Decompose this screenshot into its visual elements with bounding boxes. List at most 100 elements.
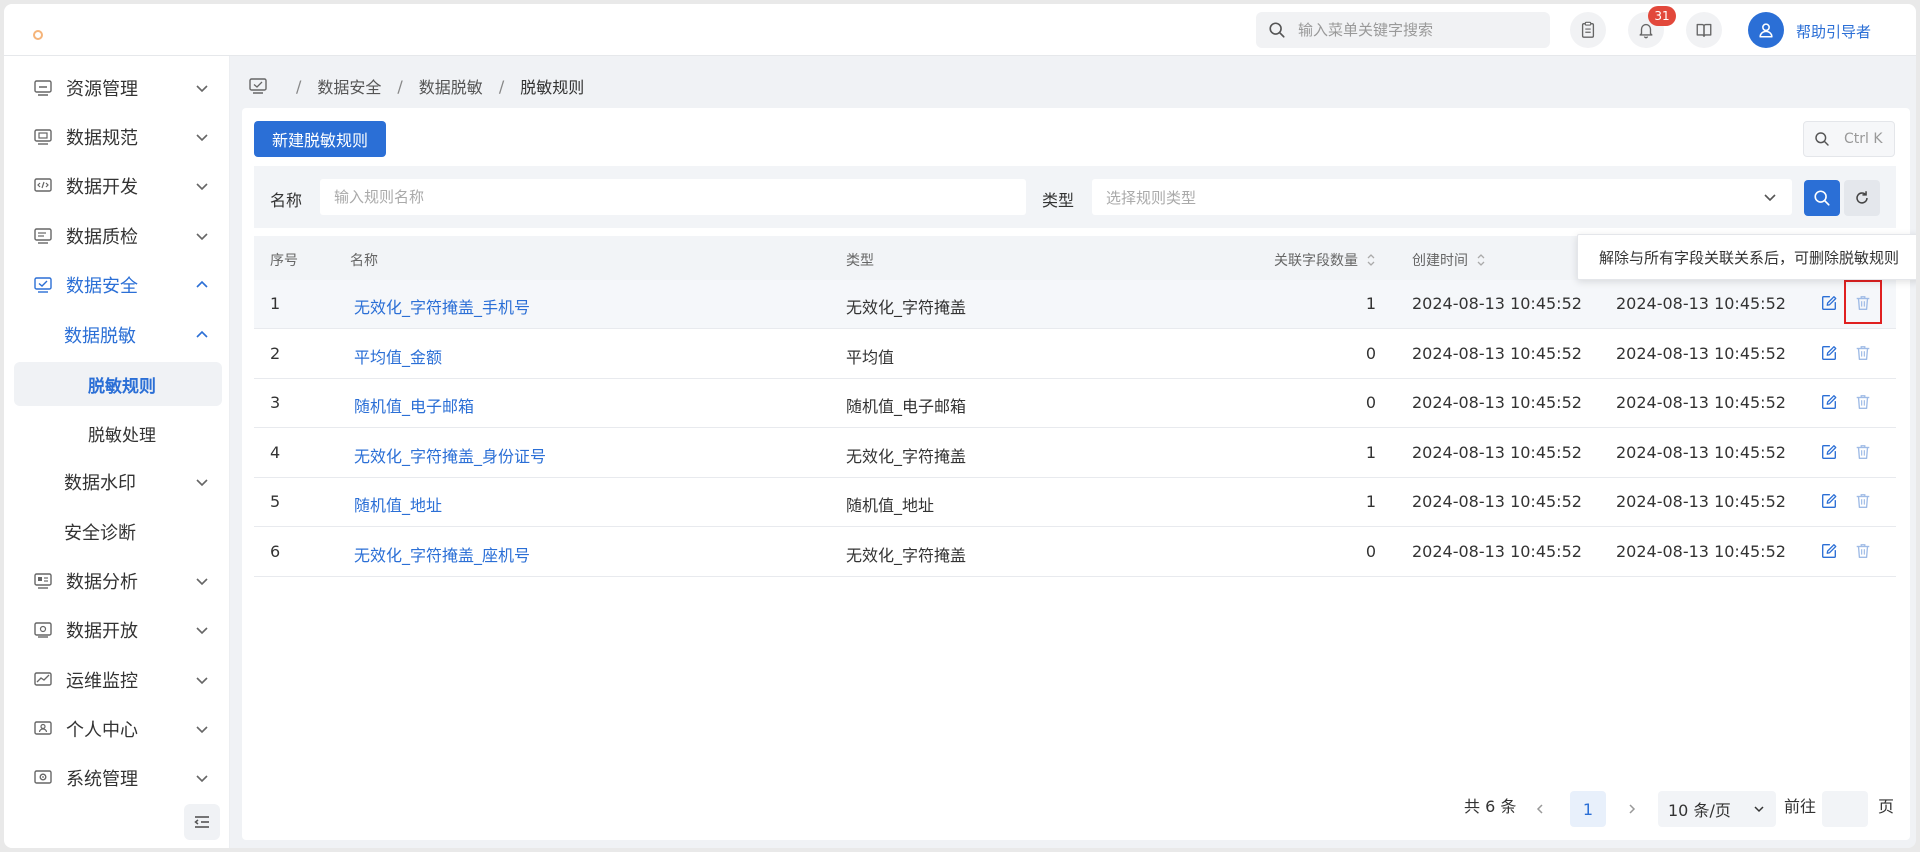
monitor-icon (32, 669, 54, 691)
table-row: 4 无效化_字符掩盖_身份证号 无效化_字符掩盖 1 2024-08-13 10:45:… (254, 429, 1896, 478)
app-window: 31 帮助引导者 资源管理 数据规范 数据开发 数据质检 (4, 4, 1916, 848)
sidebar-item-develop[interactable]: 数据开发 (14, 164, 222, 208)
breadcrumb-separator: / (296, 76, 302, 96)
sidebar-item-watermark[interactable]: 数据水印 (14, 460, 222, 504)
collapse-sidebar-button[interactable] (184, 804, 220, 840)
created-time: 2024-08-13 10:45:52 (1412, 492, 1582, 511)
quick-search-button[interactable]: Ctrl K (1803, 121, 1895, 157)
search-button[interactable] (1804, 180, 1840, 216)
sidebar-item-quality[interactable]: 数据质检 (14, 214, 222, 258)
docs-button[interactable] (1686, 12, 1722, 48)
type-filter-placeholder: 选择规则类型 (1106, 188, 1197, 207)
type-filter-select[interactable]: 选择规则类型 (1092, 179, 1792, 215)
edit-icon (1820, 393, 1838, 411)
trash-icon (1854, 393, 1872, 411)
delete-button[interactable] (1852, 540, 1874, 562)
pagination-total: 共 6 条 (1464, 797, 1517, 816)
sidebar-item-resource[interactable]: 资源管理 (14, 66, 222, 110)
rule-name-link[interactable]: 无效化_字符掩盖_身份证号 (354, 443, 546, 467)
prev-page-button[interactable] (1526, 791, 1554, 827)
edit-button[interactable] (1818, 540, 1840, 562)
sidebar-item-label: 数据开放 (66, 621, 138, 642)
breadcrumb-item[interactable]: 数据脱敏 (419, 74, 483, 98)
delete-button[interactable] (1852, 490, 1874, 512)
next-page-button[interactable] (1618, 791, 1646, 827)
sidebar-item-monitor[interactable]: 运维监控 (14, 658, 222, 702)
breadcrumb-item[interactable]: 数据安全 (317, 74, 381, 98)
delete-button[interactable] (1852, 391, 1874, 413)
updated-time: 2024-08-13 10:45:52 (1616, 541, 1786, 561)
sidebar-item-masking-rules[interactable]: 脱敏规则 (14, 362, 222, 406)
column-header-field-count[interactable]: 关联字段数量 (1274, 250, 1376, 270)
edit-button[interactable] (1818, 490, 1840, 512)
notification-button[interactable]: 31 (1628, 6, 1676, 48)
goto-prefix: 前往 (1784, 797, 1817, 816)
edit-button[interactable] (1818, 292, 1840, 314)
column-header-created[interactable]: 创建时间 (1412, 250, 1486, 270)
edit-icon (1820, 443, 1838, 461)
sidebar-item-diagnosis[interactable]: 安全诊断 (14, 510, 222, 554)
column-header-label: 关联字段数量 (1274, 253, 1358, 269)
sidebar-item-analysis[interactable]: 数据分析 (14, 559, 222, 603)
standard-icon (32, 126, 54, 148)
username[interactable]: 帮助引导者 (1796, 21, 1871, 42)
chevron-up-icon (196, 280, 208, 288)
sidebar-item-standard[interactable]: 数据规范 (14, 115, 222, 159)
sidebar-item-label: 数据脱敏 (64, 326, 136, 347)
breadcrumb-separator: / (498, 76, 505, 96)
delete-button[interactable] (1852, 441, 1874, 463)
page-number-current[interactable]: 1 (1570, 791, 1606, 827)
page-size-select[interactable]: 10 条/页 (1658, 791, 1776, 827)
refresh-icon (1856, 191, 1868, 204)
menu-search[interactable] (1256, 12, 1550, 48)
edit-button[interactable] (1818, 391, 1840, 413)
breadcrumb-separator: / (397, 76, 403, 96)
rule-name-link[interactable]: 无效化_字符掩盖_座机号 (354, 542, 530, 566)
sort-icon (1477, 254, 1485, 266)
delete-button[interactable] (1852, 342, 1874, 364)
edit-icon (1820, 492, 1838, 510)
book-icon (1696, 23, 1712, 37)
row-index: 4 (270, 442, 281, 462)
goto-page-input[interactable] (1822, 791, 1868, 827)
quality-icon (32, 225, 54, 247)
sidebar-item-system[interactable]: 系统管理 (14, 756, 222, 800)
reset-button[interactable] (1844, 180, 1880, 216)
sidebar-item-label: 安全诊断 (64, 523, 136, 544)
name-filter-input[interactable] (334, 188, 1026, 206)
chevron-right-icon (1629, 804, 1636, 814)
breadcrumb: / 数据安全 / 数据脱敏 / 脱敏规则 (248, 72, 584, 100)
sidebar-item-masking-process[interactable]: 脱敏处理 (14, 411, 222, 455)
sidebar-item-label: 系统管理 (66, 769, 138, 790)
rule-name-link[interactable]: 随机值_地址 (354, 492, 442, 516)
rule-name-link[interactable]: 随机值_电子邮箱 (354, 393, 474, 417)
menu-search-input[interactable] (1298, 21, 1538, 39)
edit-button[interactable] (1818, 441, 1840, 463)
sidebar-item-label: 运维监控 (66, 671, 138, 692)
avatar[interactable] (1748, 12, 1784, 48)
sidebar-item-user-center[interactable]: 个人中心 (14, 707, 222, 751)
row-index: 2 (270, 343, 281, 363)
rule-type: 无效化_字符掩盖 (846, 298, 967, 317)
sidebar-item-security[interactable]: 数据安全 (14, 263, 222, 307)
chevron-down-icon (196, 726, 208, 734)
filter-bar: 名称 类型 选择规则类型 (254, 166, 1896, 228)
home-icon[interactable] (248, 77, 268, 95)
new-rule-button[interactable]: 新建脱敏规则 (254, 121, 386, 157)
row-index: 5 (270, 492, 281, 511)
edit-icon (1820, 294, 1838, 312)
sidebar-item-open[interactable]: 数据开放 (14, 608, 222, 652)
clipboard-icon (1581, 21, 1595, 38)
chevron-down-icon (196, 578, 208, 586)
rule-name-link[interactable]: 平均值_金额 (354, 344, 442, 368)
clipboard-button[interactable] (1570, 12, 1606, 48)
chevron-down-icon (196, 677, 208, 685)
rule-name-link[interactable]: 无效化_字符掩盖_手机号 (354, 294, 530, 318)
code-icon (32, 175, 54, 197)
updated-time: 2024-08-13 10:45:52 (1616, 294, 1786, 313)
rule-type: 随机值_地址 (846, 496, 935, 515)
sidebar-item-masking[interactable]: 数据脱敏 (14, 313, 222, 357)
name-filter-field[interactable] (320, 179, 1026, 215)
updated-time: 2024-08-13 10:45:52 (1616, 393, 1786, 412)
edit-button[interactable] (1818, 342, 1840, 364)
